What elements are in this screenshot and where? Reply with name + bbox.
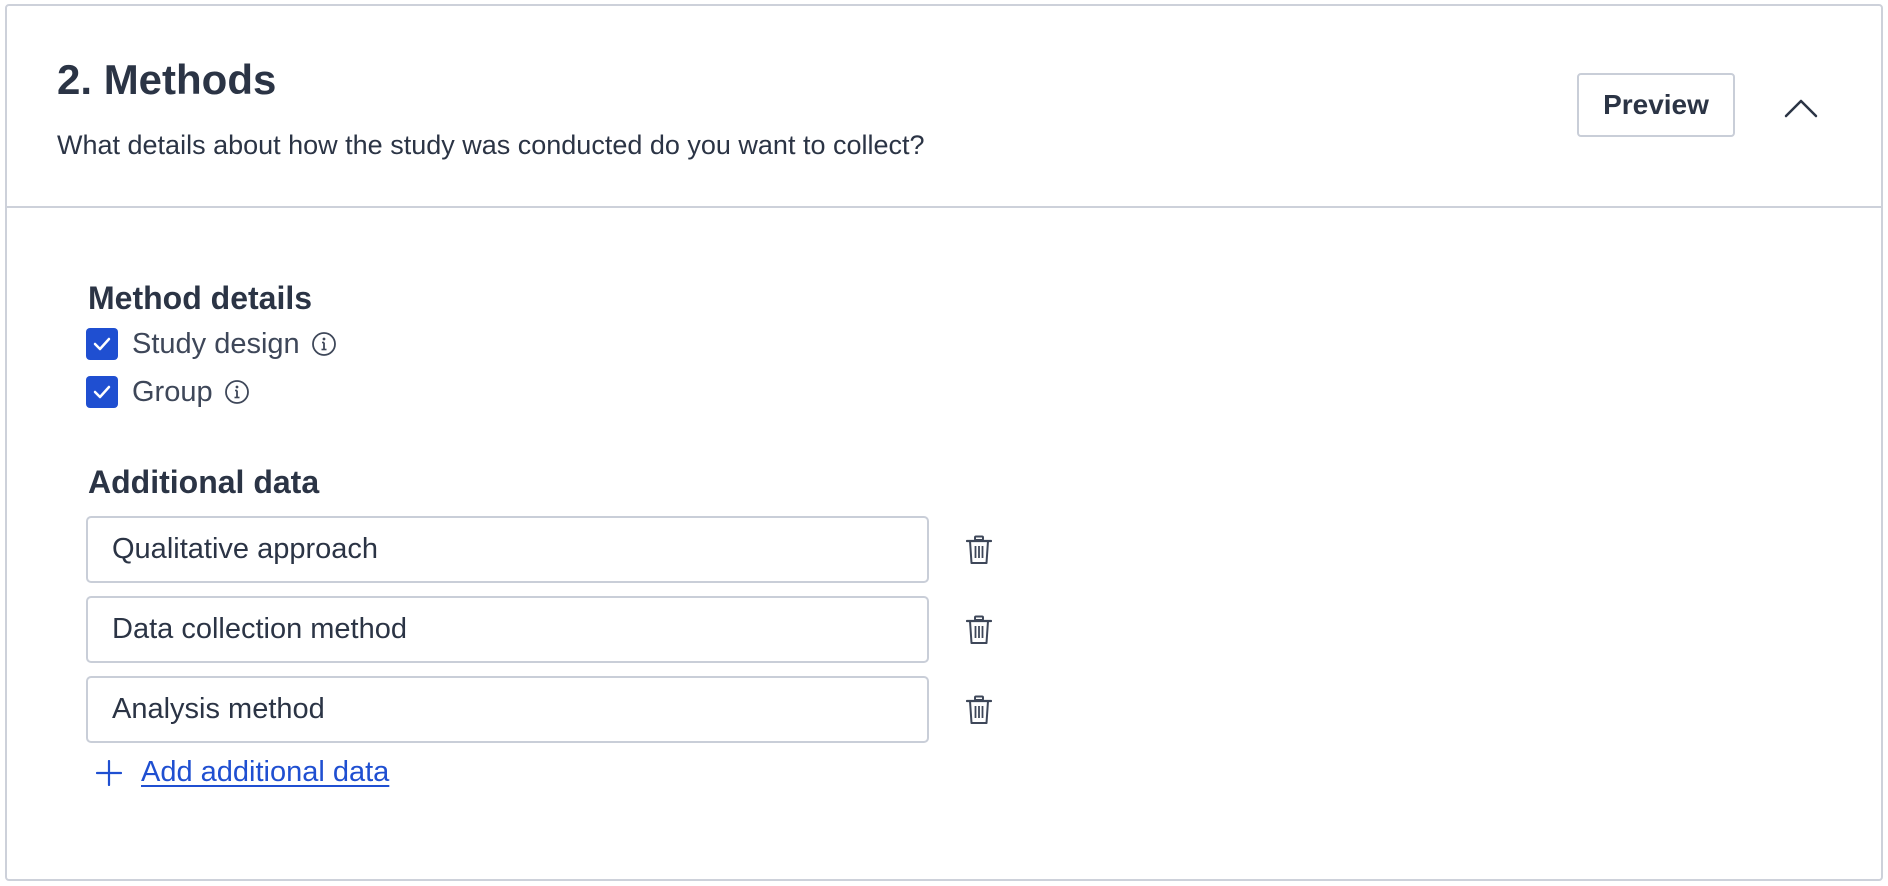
section-subtitle: What details about how the study was con… <box>57 130 925 160</box>
additional-data-row <box>86 676 999 743</box>
panel-body: Method details Study design Group Additi… <box>7 208 1881 881</box>
checkmark-icon <box>93 385 111 399</box>
preview-button[interactable]: Preview <box>1577 73 1735 137</box>
info-icon[interactable] <box>223 378 251 406</box>
additional-data-row <box>86 596 999 663</box>
delete-field-button[interactable] <box>959 610 999 650</box>
additional-data-field[interactable] <box>86 596 929 663</box>
chevron-up-icon <box>1784 99 1818 118</box>
info-icon[interactable] <box>310 330 338 358</box>
add-additional-data-link[interactable]: Add additional data <box>141 756 389 789</box>
additional-data-field[interactable] <box>86 516 929 583</box>
delete-field-button[interactable] <box>959 690 999 730</box>
checkbox-row-study-design: Study design <box>86 326 338 362</box>
additional-data-heading: Additional data <box>88 464 320 500</box>
delete-field-button[interactable] <box>959 530 999 570</box>
trash-icon <box>966 615 992 644</box>
methods-panel: 2. Methods What details about how the st… <box>5 4 1883 881</box>
panel-header: 2. Methods What details about how the st… <box>7 6 1881 208</box>
group-checkbox[interactable] <box>86 376 118 408</box>
trash-icon <box>966 535 992 564</box>
checkbox-row-group: Group <box>86 374 251 410</box>
study-design-checkbox[interactable] <box>86 328 118 360</box>
additional-data-row <box>86 516 999 583</box>
additional-data-field[interactable] <box>86 676 929 743</box>
checkmark-icon <box>93 337 111 351</box>
trash-icon <box>966 695 992 724</box>
section-title: 2. Methods <box>57 56 277 103</box>
method-details-heading: Method details <box>88 280 313 316</box>
group-label: Group <box>132 375 213 408</box>
add-additional-data-row: Add additional data <box>95 756 389 789</box>
study-design-label: Study design <box>132 327 300 360</box>
plus-icon[interactable] <box>95 759 123 787</box>
collapse-button[interactable] <box>1777 84 1825 132</box>
